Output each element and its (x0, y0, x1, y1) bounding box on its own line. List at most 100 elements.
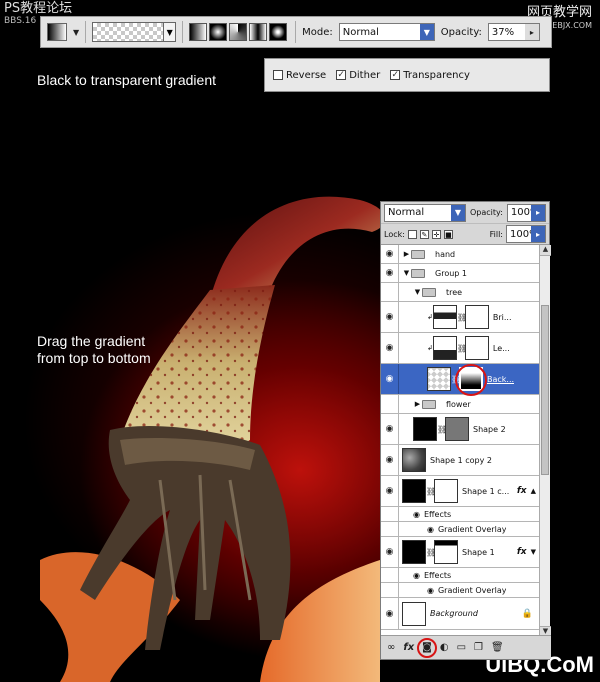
chain-link-icon[interactable]: ⛓ (457, 313, 467, 322)
vector-mask-thumbnail[interactable] (434, 479, 458, 503)
mode-select[interactable]: Normal ▼ (338, 23, 435, 41)
scroll-thumb[interactable] (541, 305, 549, 475)
eye-icon[interactable]: ◉ (427, 525, 434, 534)
eye-icon[interactable]: ◉ (381, 414, 399, 444)
highlight-circle (417, 638, 438, 658)
eye-icon[interactable]: ◉ (381, 476, 399, 506)
chevron-down-icon[interactable]: ▼ (451, 204, 465, 221)
chevron-right-icon[interactable]: ▸ (531, 226, 545, 242)
lock-move-icon[interactable]: ✛ (431, 229, 441, 239)
divider (295, 21, 297, 43)
dither-checkbox[interactable]: ✓ Dither (336, 70, 380, 81)
linear-gradient-icon[interactable] (189, 23, 208, 41)
checkbox-label: Reverse (286, 69, 327, 81)
eye-icon[interactable]: ◉ (381, 333, 399, 363)
layer-row-gradient-overlay[interactable]: ◉ Gradient Overlay (381, 583, 539, 598)
layer-row-back-selected[interactable]: ◉ ⛓ Back... (381, 364, 539, 396)
reverse-checkbox[interactable]: Reverse (273, 70, 326, 81)
chevron-down-icon[interactable]: ▼ (163, 23, 176, 41)
layer-name: Shape 1 c... (462, 486, 510, 496)
layer-row-shape-2[interactable]: ◉ ⛓ Shape 2 (381, 414, 539, 445)
lock-brush-icon[interactable]: ✎ (419, 229, 429, 239)
layer-opacity-field[interactable]: 100% ▸ (506, 203, 546, 222)
adjustment-thumbnail (432, 305, 457, 329)
fx-icon[interactable]: fx (403, 642, 414, 653)
eye-icon[interactable]: ◉ (413, 571, 420, 580)
chain-link-icon[interactable]: ⛓ (437, 425, 447, 434)
eye-icon[interactable]: ◉ (381, 264, 399, 282)
stem-curve (210, 196, 386, 300)
mask-thumbnail[interactable] (464, 305, 489, 329)
layer-row-shape-1[interactable]: ◉ ⛓ Shape 1 fx ▼ (381, 537, 539, 568)
layer-row-effects[interactable]: ◉ Effects (381, 568, 539, 583)
gradient-picker[interactable]: ▼ (92, 22, 177, 42)
diamond-gradient-icon[interactable] (269, 23, 288, 41)
chevron-right-icon[interactable]: ▸ (524, 24, 539, 40)
trash-icon[interactable]: 🗑 (491, 642, 504, 653)
effects-label: Effects (423, 509, 452, 519)
layer-row-gradient-overlay[interactable]: ◉ Gradient Overlay (381, 522, 539, 537)
lock-all-icon[interactable]: ■ (443, 229, 453, 239)
layer-name: Shape 1 copy 2 (430, 455, 492, 465)
layer-opacity-label: Opacity: (470, 208, 503, 217)
chevron-right-icon[interactable]: ▸ (531, 204, 545, 221)
layer-row-brightness[interactable]: ◉ ↲ ⛓ Bri... (381, 302, 539, 333)
layer-row-shape-1-copy[interactable]: ◉ ⛓ Shape 1 c... fx ▲ (381, 476, 539, 507)
adjustment-layer-icon[interactable]: ◐ (440, 642, 449, 653)
highlight-circle (455, 364, 487, 396)
fx-icon[interactable]: fx (517, 547, 531, 557)
scroll-up-icon[interactable]: ▲ (540, 245, 551, 256)
layer-row-flower[interactable]: ▶ flower (381, 395, 539, 414)
layer-row-shape-1-copy-2[interactable]: ◉ Shape 1 copy 2 (381, 445, 539, 476)
fill-field[interactable]: 100% ▸ (506, 225, 546, 243)
eye-icon[interactable]: ◉ (381, 245, 399, 263)
chevron-down-icon[interactable]: ▼ (419, 24, 434, 40)
eye-icon[interactable]: ◉ (381, 364, 399, 394)
chain-link-icon[interactable]: ⛓ (457, 344, 467, 353)
fx-icon[interactable]: fx (517, 486, 531, 496)
checkbox-unchecked-icon[interactable] (273, 70, 283, 80)
layer-thumbnail (402, 479, 426, 503)
collapse-triangle-icon[interactable]: ▼ (413, 288, 422, 296)
eye-icon[interactable]: ◉ (381, 445, 399, 475)
gradient-tool-icon[interactable] (47, 23, 67, 41)
vector-mask-thumbnail[interactable] (434, 540, 458, 564)
opacity-field[interactable]: 37% ▸ (487, 23, 540, 41)
chain-link-icon[interactable]: ⛓ (426, 487, 436, 496)
gradient-caption: Black to transparent gradient (37, 72, 216, 88)
eye-icon[interactable]: ◉ (381, 302, 399, 332)
lock-transparency-icon[interactable] (407, 229, 417, 239)
new-layer-icon[interactable]: ❐ (474, 642, 483, 653)
expand-triangle-icon[interactable]: ▶ (413, 400, 422, 408)
layer-row-background[interactable]: ◉ Background 🔒 (381, 598, 539, 630)
expand-triangle-icon[interactable]: ▶ (402, 250, 411, 258)
chevron-down-icon[interactable]: ▼ (531, 548, 539, 556)
blend-mode-select[interactable]: Normal ▼ (384, 203, 466, 222)
angle-gradient-icon[interactable] (229, 23, 248, 41)
add-layer-mask-icon[interactable]: ◙ (417, 638, 438, 658)
link-layers-icon[interactable]: ∞ (387, 642, 395, 653)
layer-row-levels[interactable]: ◉ ↲ ⛓ Le... (381, 333, 539, 364)
vector-mask-thumbnail[interactable] (445, 417, 469, 441)
chevron-up-icon[interactable]: ▲ (531, 487, 539, 495)
reflected-gradient-icon[interactable] (249, 23, 268, 41)
layer-name: Group 1 (435, 268, 467, 278)
eye-icon[interactable]: ◉ (413, 510, 420, 519)
layer-row-tree[interactable]: ▼ tree (381, 283, 539, 302)
layer-row-group-1[interactable]: ◉ ▼ Group 1 (381, 264, 539, 283)
layer-row-effects[interactable]: ◉ Effects (381, 507, 539, 522)
mask-thumbnail[interactable] (464, 336, 489, 360)
layer-row-hand[interactable]: ◉ ▶ hand (381, 245, 539, 264)
transparency-checkbox[interactable]: ✓ Transparency (390, 70, 470, 81)
checkmark-icon[interactable]: ✓ (390, 70, 401, 80)
radial-gradient-icon[interactable] (209, 23, 228, 41)
eye-icon[interactable]: ◉ (381, 598, 399, 629)
eye-icon[interactable]: ◉ (381, 537, 399, 567)
layers-scrollbar[interactable]: ▲ ▼ (539, 245, 551, 637)
new-group-icon[interactable]: ▭ (457, 642, 466, 653)
collapse-triangle-icon[interactable]: ▼ (402, 269, 411, 277)
chevron-down-icon[interactable]: ▼ (73, 28, 79, 37)
checkmark-icon[interactable]: ✓ (336, 70, 347, 80)
eye-icon[interactable]: ◉ (427, 586, 434, 595)
chain-link-icon[interactable]: ⛓ (426, 548, 436, 557)
